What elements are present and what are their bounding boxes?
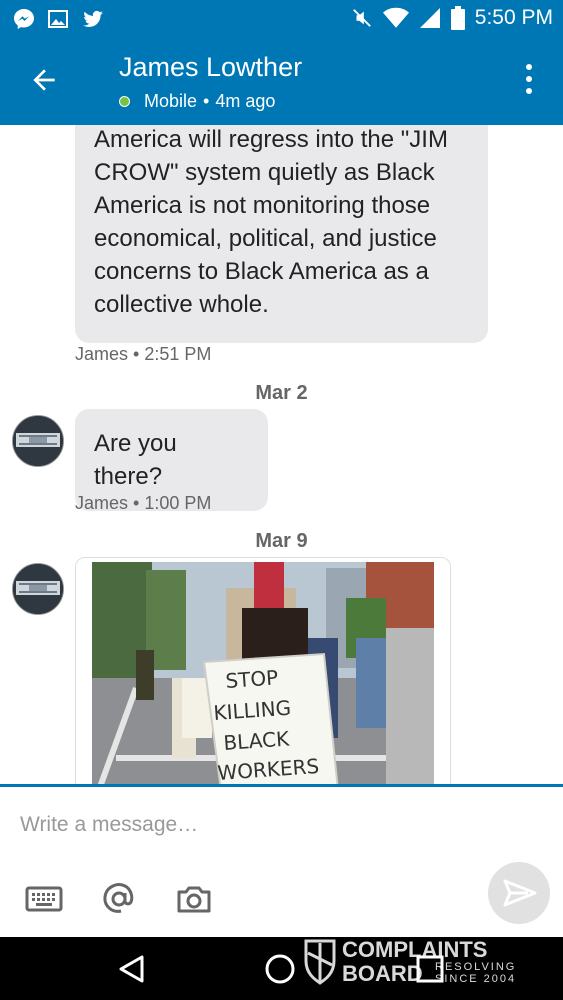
avatar-image	[13, 416, 63, 466]
presence-separator: •	[203, 91, 210, 111]
watermark-line1: COMPLAINTS	[342, 937, 487, 962]
contact-name[interactable]: James Lowther	[119, 52, 302, 83]
avatar[interactable]	[12, 415, 64, 467]
watermark: COMPLAINTS BOARD RESOLVING SINCE 2004	[302, 937, 522, 987]
nav-home-icon[interactable]	[264, 953, 296, 985]
sign-line-1: STOP	[225, 665, 279, 693]
send-icon	[503, 879, 537, 907]
messenger-icon	[14, 9, 34, 29]
presence-status: Mobile • 4m ago	[119, 91, 275, 112]
overflow-menu-icon[interactable]	[525, 64, 533, 98]
sign-line-3: BLACK	[223, 726, 291, 755]
system-indicators: 5:50 PM	[351, 6, 553, 30]
message-meta: James • 1:00 PM	[75, 493, 212, 513]
status-bar: 5:50 PM	[0, 0, 563, 38]
avatar-image	[13, 564, 63, 614]
keyboard-icon[interactable]	[24, 879, 64, 919]
avatar[interactable]	[12, 563, 64, 615]
twitter-icon	[83, 10, 103, 28]
watermark-tag2: SINCE 2004	[435, 973, 516, 985]
wifi-icon	[382, 7, 409, 28]
image-message[interactable]: STOP KILLING BLACK WORKERS	[75, 557, 451, 785]
at-icon[interactable]	[99, 879, 139, 919]
send-button[interactable]	[488, 862, 550, 924]
mute-icon	[352, 9, 371, 27]
watermark-tag1: RESOLVING	[435, 961, 516, 973]
notification-icons	[12, 7, 106, 31]
message-text: Are you there?	[94, 430, 177, 490]
watermark-line2: BOARD	[342, 961, 423, 986]
message-thread[interactable]: America will regress into the "JIM CROW"…	[0, 125, 563, 785]
message-input[interactable]	[18, 809, 462, 841]
presence-label: Mobile	[144, 91, 198, 111]
back-arrow-icon[interactable]	[28, 64, 60, 96]
protest-photo: STOP KILLING BLACK WORKERS	[76, 558, 450, 785]
last-seen: 4m ago	[215, 91, 276, 111]
signal-icon	[419, 8, 440, 28]
message-meta: James • 2:51 PM	[75, 344, 212, 364]
message-text: America will regress into the "JIM CROW"…	[94, 126, 448, 318]
camera-icon[interactable]	[174, 879, 214, 919]
date-separator: Mar 9	[255, 530, 308, 552]
conversation-header: James Lowther Mobile • 4m ago	[0, 38, 563, 125]
message-bubble[interactable]: America will regress into the "JIM CROW"…	[75, 125, 488, 343]
date-separator: Mar 2	[255, 382, 308, 404]
gallery-icon	[48, 10, 68, 28]
composer	[0, 787, 563, 937]
clock: 5:50 PM	[474, 6, 553, 29]
online-indicator-icon	[119, 96, 130, 107]
nav-back-icon[interactable]	[116, 953, 148, 985]
battery-icon	[450, 6, 465, 30]
